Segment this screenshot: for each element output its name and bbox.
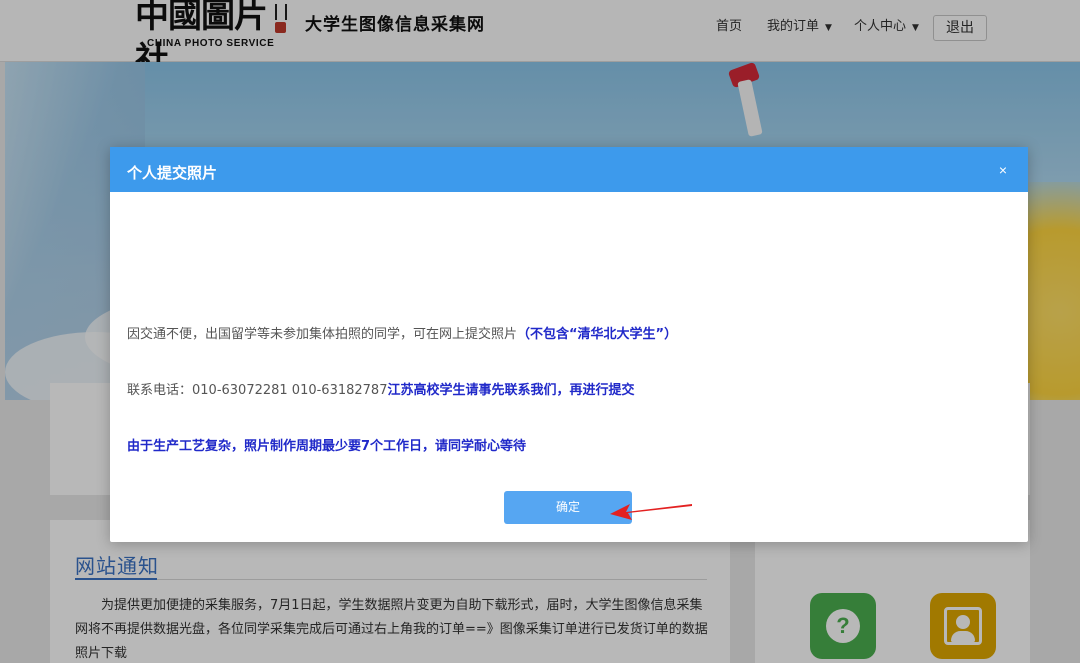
line3-emphasis: 由于生产工艺复杂，照片制作周期最少要7个工作日，请同学耐心等待 — [127, 439, 527, 454]
line1-text: 因交通不便，出国留学等未参加集体拍照的同学，可在网上提交照片 — [127, 327, 518, 342]
line1-emphasis: （不包含“清华北大学生”） — [517, 327, 678, 342]
dialog-message-line-3: 由于生产工艺复杂，照片制作周期最少要7个工作日，请同学耐心等待 — [127, 435, 526, 454]
dialog-title: 个人提交照片 — [127, 164, 218, 182]
dialog-message-line-1: 因交通不便，出国留学等未参加集体拍照的同学，可在网上提交照片（不包含“清华北大学… — [127, 323, 677, 342]
close-icon[interactable]: × — [996, 163, 1010, 177]
contact-phone-text: 联系电话：010-63072281 010-63182787 — [127, 383, 388, 398]
red-arrow-annotation-icon — [610, 504, 692, 520]
dialog-message-line-2: 联系电话：010-63072281 010-63182787江苏高校学生请事先联… — [127, 379, 635, 398]
line2-emphasis: 江苏高校学生请事先联系我们，再进行提交 — [387, 383, 635, 398]
dialog-header: 个人提交照片 × — [110, 147, 1028, 192]
submit-photo-dialog: 个人提交照片 × 因交通不便，出国留学等未参加集体拍照的同学，可在网上提交照片（… — [110, 147, 1028, 542]
